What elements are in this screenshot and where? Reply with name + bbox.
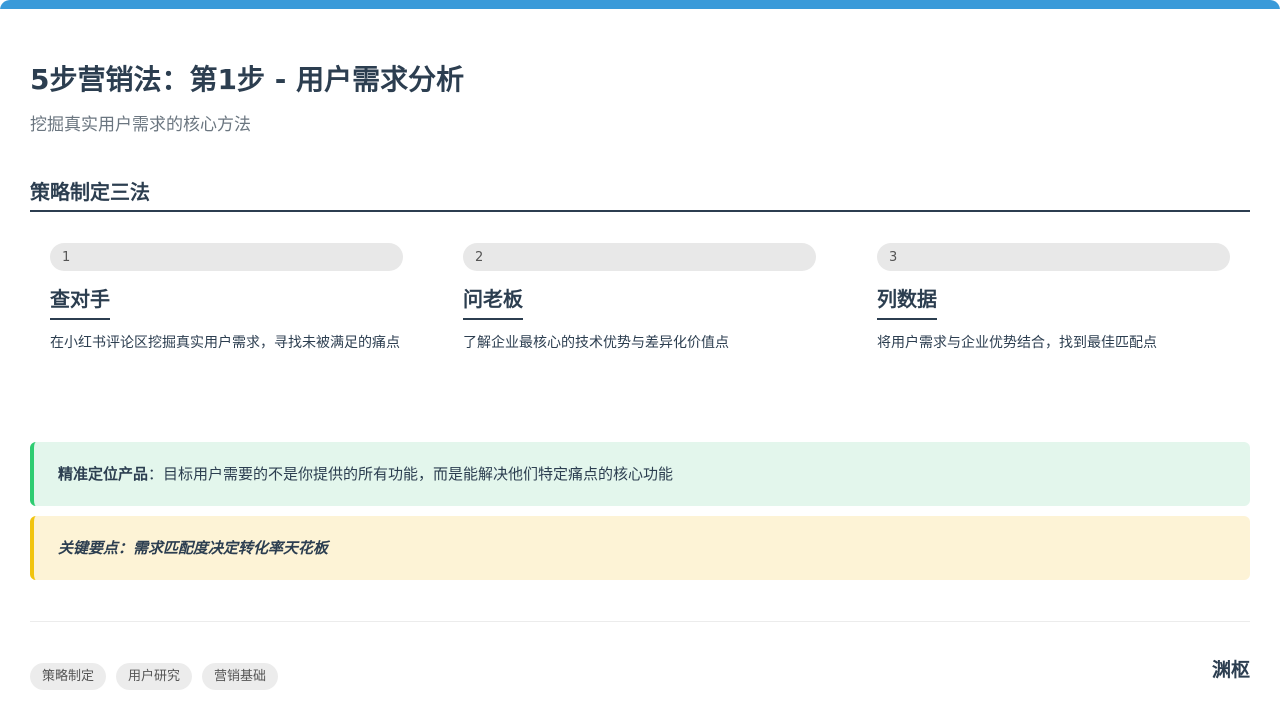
step-title: 查对手 [50,283,110,320]
step-number-badge: 1 [50,243,403,271]
footer-divider [30,621,1250,622]
step-card-1: 1 查对手 在小红书评论区挖掘真实用户需求，寻找未被满足的痛点 [50,243,403,355]
step-description: 在小红书评论区挖掘真实用户需求，寻找未被满足的痛点 [50,335,400,351]
key-point-callout-text: 关键要点：需求匹配度决定转化率天花板 [58,539,329,557]
brand-logo-text: 渊枢 [1211,659,1250,681]
section-heading: 策略制定三法 [30,180,150,204]
steps-row: 1 查对手 在小红书评论区挖掘真实用户需求，寻找未被满足的痛点 2 问老板 了解… [50,243,1230,393]
step-number-badge: 2 [463,243,816,271]
slide-page: 5步营销法：第1步 - 用户需求分析 挖掘真实用户需求的核心方法 策略制定三法 … [0,0,1280,720]
page-subtitle: 挖掘真实用户需求的核心方法 [30,115,251,135]
positioning-callout-separator: ： [148,465,164,483]
tag-strategy: 策略制定 [30,663,107,690]
section-divider [30,210,1250,212]
positioning-callout-text: 目标用户需要的不是你提供的所有功能，而是能解决他们特定痛点的核心功能 [163,465,674,483]
step-description: 了解企业最核心的技术优势与差异化价值点 [463,335,729,351]
key-point-callout: 关键要点：需求匹配度决定转化率天花板 [30,516,1250,580]
top-accent-bar [0,0,1280,9]
step-title: 问老板 [463,283,523,320]
step-title: 列数据 [877,283,937,320]
page-title: 5步营销法：第1步 - 用户需求分析 [30,63,465,96]
tag-marketing-basics: 营销基础 [202,663,279,690]
positioning-callout: 精准定位产品：目标用户需要的不是你提供的所有功能，而是能解决他们特定痛点的核心功… [30,442,1250,506]
positioning-callout-label: 精准定位产品 [58,465,149,483]
tag-user-research: 用户研究 [116,663,193,690]
step-number-badge: 3 [877,243,1230,271]
step-card-2: 2 问老板 了解企业最核心的技术优势与差异化价值点 [463,243,816,355]
tag-list: 策略制定 用户研究 营销基础 [30,663,279,690]
step-card-3: 3 列数据 将用户需求与企业优势结合，找到最佳匹配点 [877,243,1230,355]
step-description: 将用户需求与企业优势结合，找到最佳匹配点 [877,335,1157,351]
